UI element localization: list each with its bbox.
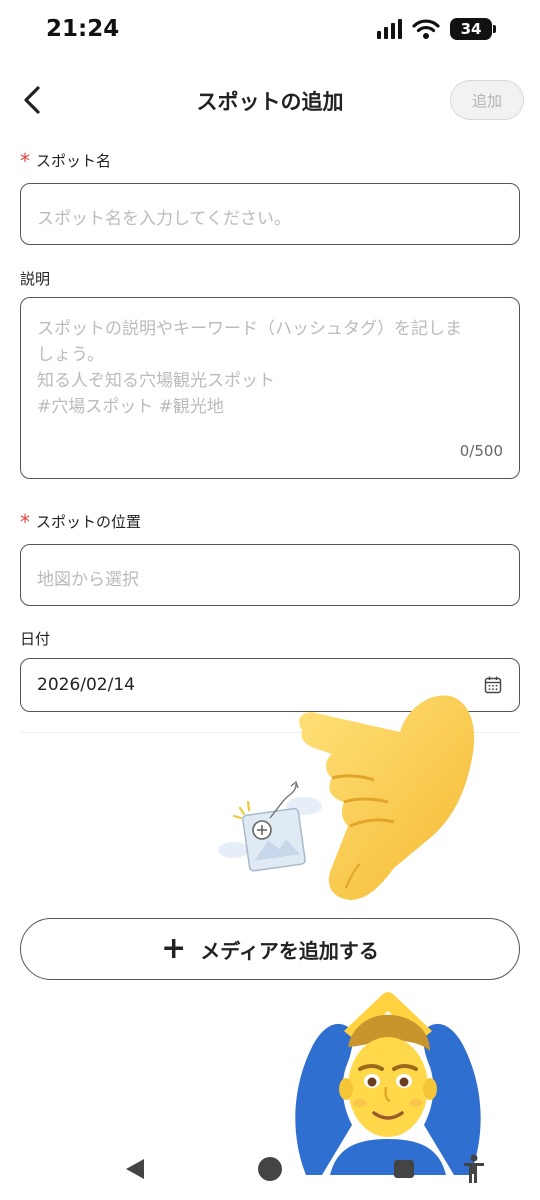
nav-recents-icon[interactable] [394,1160,414,1178]
accessibility-icon[interactable] [462,1154,486,1184]
description-label: 説明 [20,268,50,289]
status-bar: 21:24 34 [0,0,540,62]
add-media-label: メディアを追加する [200,938,379,963]
description-placeholder-line: しょう。 [37,345,104,365]
status-time: 21:24 [46,16,120,42]
nav-back-icon[interactable] [124,1157,146,1181]
plus-icon: + [161,931,187,966]
spot-name-label-text: スポット名 [36,152,112,170]
location-placeholder: 地図から選択 [37,570,139,590]
spot-name-input[interactable]: スポット名を入力してください。 [20,183,520,245]
location-label: * スポットの位置 [20,511,141,532]
location-label-text: スポットの位置 [36,513,142,531]
description-textarea[interactable]: スポットの説明やキーワード（ハッシュタグ）を記しま しょう。 知る人ぞ知る穴場観… [20,297,520,479]
add-button[interactable]: 追加 [450,80,524,120]
required-mark: * [20,509,30,534]
wifi-icon [412,19,440,39]
date-value: 2026/02/14 [37,675,135,695]
system-nav-bar [0,1140,540,1200]
header: スポットの追加 追加 [0,78,540,124]
description-placeholder: スポットの説明やキーワード（ハッシュタグ）を記しま しょう。 知る人ぞ知る穴場観… [37,316,503,420]
pointing-hand-emoji [299,695,475,900]
spot-name-label: * スポット名 [20,150,111,171]
nav-home-icon[interactable] [258,1157,282,1181]
cellular-signal-icon [377,19,402,39]
required-mark: * [20,148,30,173]
description-placeholder-line: スポットの説明やキーワード（ハッシュタグ）を記しま [37,319,462,339]
character-counter: 0/500 [459,442,503,460]
battery-level: 34 [450,18,492,40]
location-picker[interactable]: 地図から選択 [20,544,520,606]
spot-name-placeholder: スポット名を入力してください。 [37,209,291,229]
calendar-icon[interactable] [483,675,503,695]
description-placeholder-line: #穴場スポット #観光地 [37,397,224,417]
add-media-button[interactable]: + メディアを追加する [20,918,520,980]
battery-icon: 34 [450,18,496,40]
date-label: 日付 [20,628,50,649]
date-label-text: 日付 [20,630,51,648]
description-label-text: 説明 [20,270,51,288]
status-icons: 34 [377,18,496,40]
description-placeholder-line: 知る人ぞ知る穴場観光スポット [37,371,275,391]
